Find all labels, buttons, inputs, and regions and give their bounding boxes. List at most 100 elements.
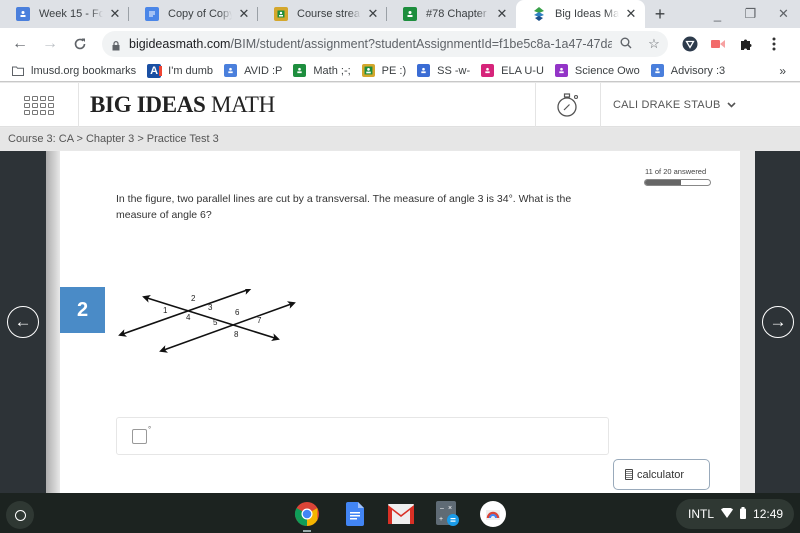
bookmark-advisory[interactable]: Advisory :3 <box>650 64 726 77</box>
user-name: CALI DRAKE STAUB <box>613 99 721 111</box>
menu-kebab-icon[interactable] <box>760 30 788 58</box>
classroom-icon <box>293 64 307 77</box>
breadcrumb: Course 3: CA > Chapter 3 > Practice Test… <box>0 128 800 150</box>
forward-button[interactable]: → <box>36 30 64 58</box>
classroom-icon <box>417 64 431 77</box>
google-docs-icon <box>346 502 364 526</box>
bookmark-star-icon[interactable]: ☆ <box>640 36 668 52</box>
close-tab-icon[interactable]: ✕ <box>238 6 250 22</box>
tab-chapter-3[interactable]: #78 Chapter 3 Pr ✕ <box>387 0 516 28</box>
bookmark-label: lmusd.org bookmarks <box>31 64 137 77</box>
apps-grid-button[interactable] <box>0 83 79 127</box>
timer-button[interactable] <box>535 83 601 127</box>
tab-week-15[interactable]: Week 15 - Focus ✕ <box>0 0 129 28</box>
calculator-app-icon: – × + <box>436 501 459 526</box>
vpn-extension-icon[interactable] <box>676 30 704 58</box>
bookmark-science[interactable]: Science Owo <box>554 64 640 77</box>
angle-label-7: 7 <box>257 316 262 325</box>
maximize-button[interactable]: ❐ <box>734 0 767 28</box>
bookmark-im-dumb[interactable]: A I'm dumb <box>147 63 213 78</box>
folder-icon <box>11 64 24 77</box>
classroom-icon <box>403 7 417 21</box>
calculator-app[interactable]: – × + <box>434 501 460 527</box>
angle-label-2: 2 <box>191 294 196 303</box>
url-path: /BIM/student/assignment?studentAssignmen… <box>230 37 612 51</box>
stopwatch-icon <box>557 93 579 117</box>
more-bookmarks-button[interactable]: » <box>779 64 786 78</box>
answer-input[interactable] <box>132 429 147 444</box>
svg-text:–: – <box>440 505 444 512</box>
address-bar[interactable]: bigideasmath.com/BIM/student/assignment?… <box>102 31 668 57</box>
prev-question-button[interactable]: ← <box>7 306 39 338</box>
close-tab-icon[interactable]: ✕ <box>109 6 121 22</box>
url-text: bigideasmath.com/BIM/student/assignment?… <box>129 37 612 51</box>
logo-text: MATH <box>205 92 275 117</box>
minimize-button[interactable]: _ <box>701 0 734 28</box>
reload-icon <box>74 38 86 50</box>
big-ideas-icon <box>532 7 546 21</box>
arrow-right-icon: → <box>769 312 787 331</box>
bookmark-label: SS -w- <box>437 64 471 77</box>
chevron-down-icon <box>726 100 736 110</box>
close-tab-icon[interactable]: ✕ <box>625 6 637 22</box>
bookmark-label: Science Owo <box>574 64 640 77</box>
classroom-icon <box>650 64 664 77</box>
lock-icon <box>112 40 120 50</box>
user-menu[interactable]: CALI DRAKE STAUB <box>613 83 736 127</box>
a-logo-icon: A <box>147 63 163 78</box>
next-question-button[interactable]: → <box>762 306 794 338</box>
tab-title: Week 15 - Focus <box>39 8 103 20</box>
prev-question-rail[interactable]: ← <box>0 151 46 493</box>
bookmark-lmusd[interactable]: lmusd.org bookmarks <box>11 64 136 77</box>
status-tray[interactable]: INTL 12:49 <box>676 499 794 529</box>
url-domain: bigideasmath.com <box>129 37 231 51</box>
calculator-button[interactable]: calculator <box>613 459 710 490</box>
parallel-lines-figure: 1 2 3 4 5 6 7 8 <box>118 289 296 353</box>
tab-copy-of-copy[interactable]: Copy of Copy of ✕ <box>129 0 258 28</box>
bookmark-ela[interactable]: ELA U-U <box>481 64 544 77</box>
bookmark-pe[interactable]: PE :) <box>361 64 406 77</box>
bookmark-ss[interactable]: SS -w- <box>417 64 470 77</box>
extensions-puzzle-icon[interactable] <box>732 30 760 58</box>
rail-shadow <box>46 151 60 493</box>
grid-icon <box>24 95 54 115</box>
close-window-button[interactable]: ✕ <box>767 0 800 28</box>
new-tab-button[interactable]: + <box>645 0 675 28</box>
google-docs-app[interactable] <box>342 501 368 527</box>
tab-course-stream[interactable]: Course stream ✕ <box>258 0 387 28</box>
bookmark-label: Advisory :3 <box>670 64 726 77</box>
answer-area: ° <box>116 417 609 455</box>
reload-button[interactable] <box>66 30 94 58</box>
back-button[interactable]: ← <box>6 30 34 58</box>
zoom-search-icon[interactable] <box>612 37 640 52</box>
arrow-left-icon: ← <box>14 312 32 331</box>
classroom-icon <box>554 64 568 77</box>
calculator-icon <box>625 469 633 480</box>
degree-unit: ° <box>148 425 152 434</box>
tab-title: Course stream <box>297 8 361 20</box>
chrome-app[interactable] <box>294 501 320 527</box>
launcher-button[interactable] <box>6 501 34 529</box>
tab-big-ideas-math[interactable]: Big Ideas Math: ✕ <box>516 0 645 28</box>
question-number: 2 <box>60 287 105 333</box>
question-text: In the figure, two parallel lines are cu… <box>116 193 572 221</box>
gmail-app[interactable] <box>388 501 414 527</box>
bookmark-avid[interactable]: AVID :P <box>224 64 282 77</box>
classroom-icon <box>361 64 375 77</box>
question-card: 11 of 20 answered In the figure, two par… <box>60 151 740 493</box>
bookmark-math[interactable]: Math ;-; <box>293 64 351 77</box>
close-tab-icon[interactable]: ✕ <box>367 6 379 22</box>
os-shelf: – × + INTL 12:49 <box>0 493 800 533</box>
next-question-rail[interactable]: → <box>755 151 800 493</box>
tab-title: Copy of Copy of <box>168 8 232 20</box>
cast-extension-icon[interactable] <box>704 30 732 58</box>
launcher-icon <box>14 509 26 521</box>
web-store-app[interactable] <box>480 501 506 527</box>
clock: 12:49 <box>753 507 784 521</box>
classroom-icon <box>274 7 288 21</box>
close-tab-icon[interactable]: ✕ <box>496 6 508 22</box>
tab-title: #78 Chapter 3 Pr <box>426 8 490 20</box>
web-store-icon <box>480 501 506 527</box>
wifi-icon <box>721 507 734 521</box>
app-header: BIG IDEAS MATH CALI DRAKE STAUB <box>0 83 800 127</box>
